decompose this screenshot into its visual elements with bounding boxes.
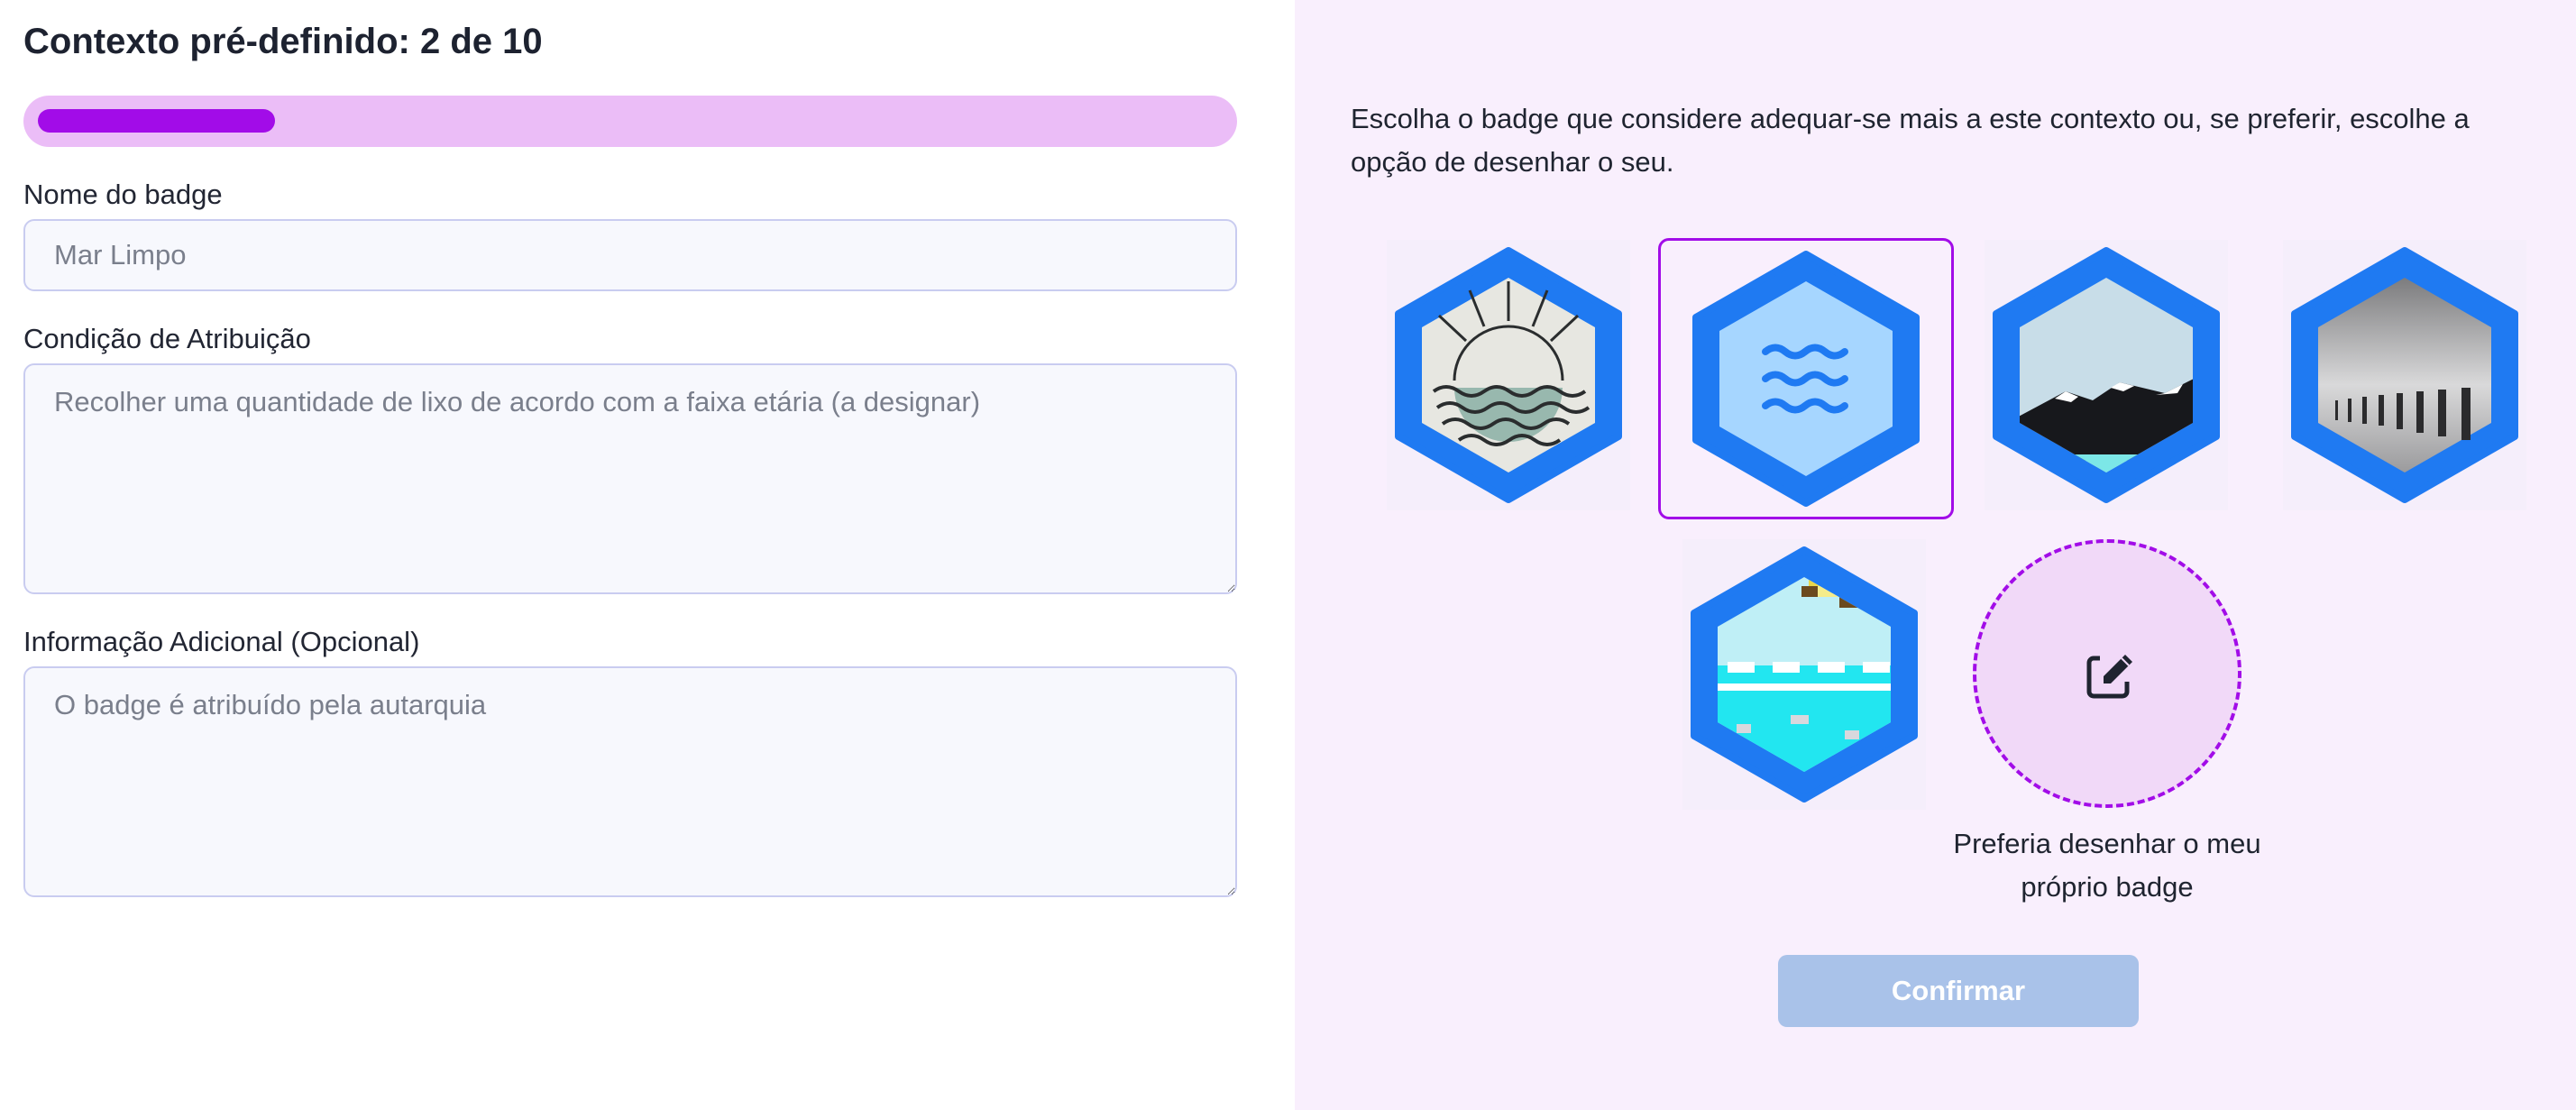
progress-fill bbox=[38, 109, 275, 133]
badge-option-mountain[interactable] bbox=[1985, 240, 2228, 510]
condition-label: Condição de Atribuição bbox=[23, 323, 311, 354]
draw-own-badge-button[interactable] bbox=[1973, 539, 2241, 808]
page-title: Contexto pré-definido: 2 de 10 bbox=[23, 22, 543, 61]
badge-option-waves[interactable] bbox=[1658, 238, 1954, 519]
badge-form-panel: Contexto pré-definido: 2 de 10 Nome do b… bbox=[0, 0, 1295, 1110]
progress-bar bbox=[23, 96, 1237, 147]
waves-badge-icon bbox=[1692, 251, 1920, 507]
sun-over-sea-badge-icon bbox=[1387, 240, 1630, 510]
condition-textarea[interactable] bbox=[23, 363, 1237, 594]
badge-option-pixel-sea[interactable] bbox=[1682, 539, 1926, 810]
badge-creation-page: Contexto pré-definido: 2 de 10 Nome do b… bbox=[0, 0, 2576, 1110]
confirm-button[interactable]: Confirmar bbox=[1778, 955, 2139, 1027]
badge-option-sun-sea[interactable] bbox=[1387, 240, 1630, 510]
pixel-sea-badge-icon bbox=[1682, 539, 1926, 810]
chooser-instructions: Escolha o badge que considere adequar-se… bbox=[1351, 103, 2470, 178]
badge-name-input[interactable] bbox=[23, 219, 1237, 291]
badge-name-label: Nome do badge bbox=[23, 179, 223, 210]
badge-option-pier[interactable] bbox=[2283, 240, 2526, 510]
badge-chooser-panel: Escolha o badge que considere adequar-se… bbox=[1295, 0, 2576, 1110]
mountain-badge-icon bbox=[1985, 240, 2228, 510]
pier-posts-badge-icon bbox=[2283, 240, 2526, 510]
edit-icon bbox=[2086, 655, 2136, 699]
draw-own-badge-caption: Preferia desenhar o meu próprio badge bbox=[1953, 828, 2261, 903]
additional-info-textarea[interactable] bbox=[23, 666, 1237, 897]
additional-info-label: Informação Adicional (Opcional) bbox=[23, 626, 420, 657]
